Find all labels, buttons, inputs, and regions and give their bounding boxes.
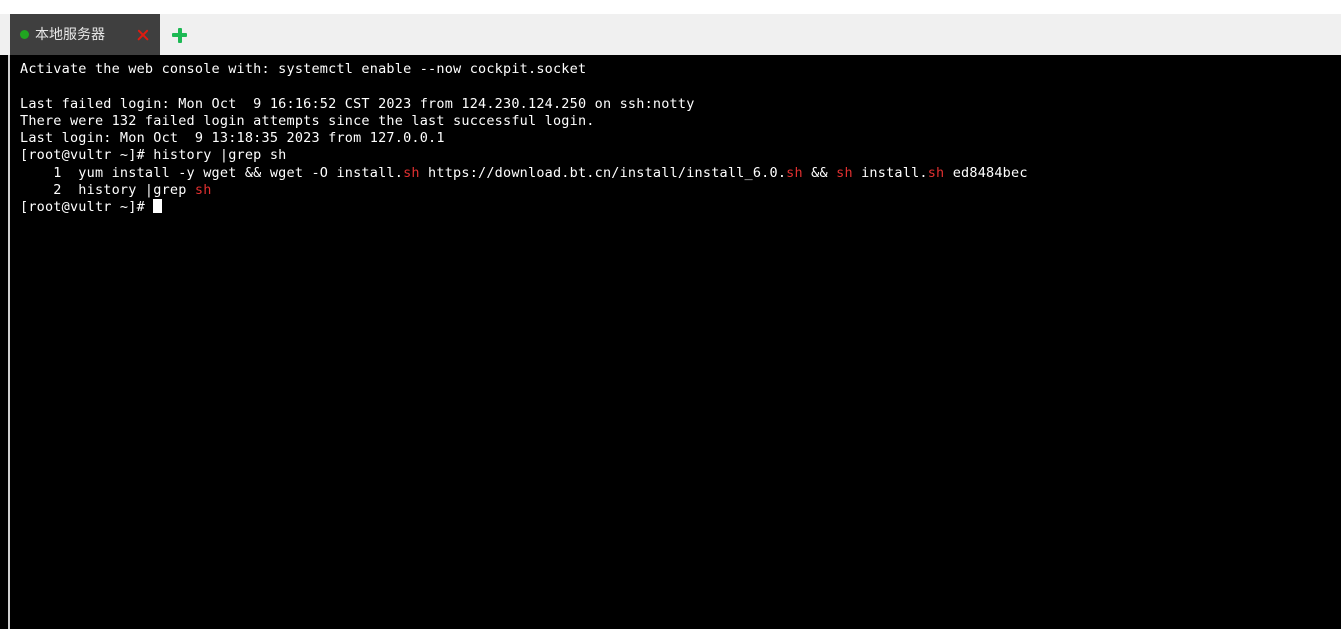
terminal-text: https://download.bt.cn/install/install_6… <box>419 164 787 181</box>
text-cursor <box>153 199 163 214</box>
line-failed-attempts: There were 132 failed login attempts sin… <box>20 113 1341 130</box>
terminal-window: 本地服务器 Activate the web console with: sys… <box>0 0 1341 629</box>
line-last-failed-login: Last failed login: Mon Oct 9 16:16:52 CS… <box>20 96 1341 113</box>
terminal-text: Last login: Mon Oct 9 13:18:35 2023 from… <box>20 130 445 147</box>
terminal-text: Last failed login: Mon Oct 9 16:16:52 CS… <box>20 95 695 112</box>
terminal-text: [root@vultr ~]# history |grep sh <box>20 147 287 164</box>
terminal-text: ed8484bec <box>944 164 1028 181</box>
line-history-2: 2 history |grep sh <box>20 182 1341 199</box>
window-top-strip <box>0 0 1341 14</box>
tab-bar-left-spacer <box>0 14 10 55</box>
close-icon[interactable] <box>134 26 152 44</box>
terminal-text: 2 history |grep <box>20 182 195 199</box>
terminal-area: Activate the web console with: systemctl… <box>0 55 1341 629</box>
terminal-text: There were 132 failed login attempts sin… <box>20 112 595 129</box>
grep-match-text: sh <box>786 164 803 181</box>
grep-match-text: sh <box>403 164 420 181</box>
grep-match-text: sh <box>836 164 853 181</box>
terminal-text: Activate the web console with: systemctl… <box>20 61 587 77</box>
line-prompt-current: [root@vultr ~]# <box>20 199 1341 216</box>
line-prompt-history: [root@vultr ~]# history |grep sh <box>20 147 1341 164</box>
green-status-dot-icon <box>20 30 29 39</box>
grep-match-text: sh <box>927 164 945 181</box>
terminal-text: install. <box>852 164 928 181</box>
terminal-text: && <box>802 164 837 181</box>
line-last-login: Last login: Mon Oct 9 13:18:35 2023 from… <box>20 130 1341 147</box>
line-history-1: 1 yum install -y wget && wget -O install… <box>20 165 1341 182</box>
grep-match-text: sh <box>194 182 212 199</box>
terminal-screen[interactable]: Activate the web console with: systemctl… <box>10 55 1341 629</box>
terminal-text: [root@vultr ~]# <box>20 199 154 216</box>
tab-bar: 本地服务器 <box>0 14 1341 55</box>
line-blank-1 <box>20 78 1341 95</box>
tab-label: 本地服务器 <box>35 26 105 43</box>
terminal-text: 1 yum install -y wget && wget -O install… <box>20 164 404 181</box>
tab-local-server[interactable]: 本地服务器 <box>10 14 160 55</box>
plus-icon[interactable] <box>160 14 198 55</box>
line-activate: Activate the web console with: systemctl… <box>20 61 1341 78</box>
